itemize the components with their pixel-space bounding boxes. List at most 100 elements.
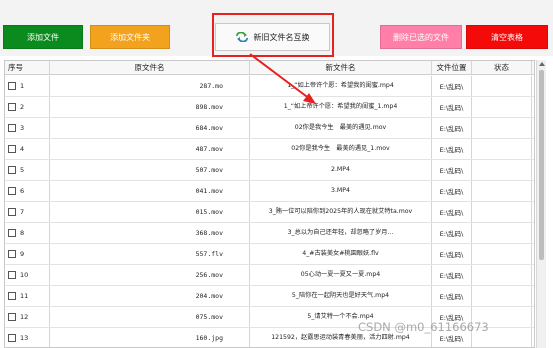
row-checkbox[interactable] [8, 145, 16, 153]
row-checkbox[interactable] [8, 271, 16, 279]
table-row[interactable]: 7 015.mov 3_贿一位可以陪你到2025年的人现在就艾特ta.mov E… [5, 202, 534, 223]
add-folder-label: 添加文件夹 [110, 32, 150, 42]
row-index: 9 [20, 250, 25, 258]
table-row[interactable]: 5 507.mov 2.MP4 E:\乱码\ [5, 160, 534, 181]
row-index: 10 [20, 271, 29, 279]
row-checkbox[interactable] [8, 292, 16, 300]
row-index: 8 [20, 229, 25, 237]
original-name: 041.mov [50, 181, 250, 201]
row-checkbox[interactable] [8, 103, 16, 111]
file-location: E:\乱码\ [432, 118, 472, 138]
status-cell [472, 223, 532, 243]
original-name: 160.jpg [50, 328, 250, 347]
header-location[interactable]: 文件位置 [432, 61, 472, 74]
clear-table-button[interactable]: 清空表格 [466, 25, 548, 49]
file-location: E:\乱码\ [432, 244, 472, 264]
table-row[interactable]: 9 557.flv 4_#古装美女#桃園眼妖.flv E:\乱码\ [5, 244, 534, 265]
highlight-box [212, 13, 334, 57]
table-header: 序号 原文件名 新文件名 文件位置 状态 [5, 61, 534, 75]
row-checkbox[interactable] [8, 334, 16, 342]
file-location: E:\乱码\ [432, 139, 472, 159]
table-body: 1 287.mo 1_“如上帝许个愿：希望我的闺蜜.mp4 E:\乱码\ 2 8… [5, 76, 534, 347]
clear-table-label: 清空表格 [491, 32, 523, 42]
row-checkbox[interactable] [8, 250, 16, 258]
file-location: E:\乱码\ [432, 286, 472, 306]
add-file-label: 添加文件 [27, 32, 59, 42]
file-location: E:\乱码\ [432, 202, 472, 222]
table-row[interactable]: 1 287.mo 1_“如上帝许个愿：希望我的闺蜜.mp4 E:\乱码\ [5, 76, 534, 97]
row-checkbox[interactable] [8, 124, 16, 132]
row-checkbox[interactable] [8, 166, 16, 174]
new-name: 1_“如上帝许个愿：希望我的闺蜜.mp4 [250, 76, 432, 96]
add-file-button[interactable]: 添加文件 [3, 25, 83, 49]
original-name: 684.mov [50, 118, 250, 138]
file-location: E:\乱码\ [432, 181, 472, 201]
original-name: 015.mov [50, 202, 250, 222]
table-row[interactable]: 3 684.mov 02你是我今生 最美的遇见.mov E:\乱码\ [5, 118, 534, 139]
header-status[interactable]: 状态 [472, 61, 532, 74]
original-name: 075.mov [50, 307, 250, 327]
new-name: 5_陪你在一起阴天也是好天气.mp4 [250, 286, 432, 306]
new-name: 1_“如上帝许个愿：希望我的闺蜜_1.mp4 [250, 97, 432, 117]
status-cell [472, 181, 532, 201]
status-cell [472, 118, 532, 138]
vertical-scrollbar[interactable] [536, 60, 546, 348]
new-name: 4_#古装美女#桃園眼妖.flv [250, 244, 432, 264]
new-name: 3.MP4 [250, 181, 432, 201]
row-checkbox[interactable] [8, 208, 16, 216]
row-index: 6 [20, 187, 25, 195]
row-index: 3 [20, 124, 25, 132]
row-checkbox[interactable] [8, 82, 16, 90]
status-cell [472, 286, 532, 306]
file-location: E:\乱码\ [432, 76, 472, 96]
new-name: 05心动一夏一夏又一夏.mp4 [250, 265, 432, 285]
row-index: 4 [20, 145, 25, 153]
row-index: 1 [20, 82, 25, 90]
row-index: 11 [20, 292, 29, 300]
header-index[interactable]: 序号 [5, 61, 50, 74]
row-index: 2 [20, 103, 25, 111]
header-new-name[interactable]: 新文件名 [250, 61, 432, 74]
status-cell [472, 244, 532, 264]
file-location: E:\乱码\ [432, 265, 472, 285]
original-name: 256.mov [50, 265, 250, 285]
status-cell [472, 76, 532, 96]
row-checkbox[interactable] [8, 187, 16, 195]
status-cell [472, 160, 532, 180]
status-cell [472, 265, 532, 285]
row-index: 12 [20, 313, 29, 321]
delete-selected-label: 删除已选的文件 [393, 32, 449, 42]
watermark: CSDN @m0_61166673 [358, 320, 489, 334]
new-name: 02你是我今生 最美的遇见.mov [250, 118, 432, 138]
status-cell [472, 202, 532, 222]
new-name: 2.MP4 [250, 160, 432, 180]
add-folder-button[interactable]: 添加文件夹 [90, 25, 170, 49]
delete-selected-button[interactable]: 删除已选的文件 [380, 25, 462, 49]
original-name: 287.mo [50, 76, 250, 96]
table-row[interactable]: 4 487.mov 02你是我今生 最美的遇见_1.mov E:\乱码\ [5, 139, 534, 160]
row-checkbox[interactable] [8, 229, 16, 237]
original-name: 487.mov [50, 139, 250, 159]
row-index: 7 [20, 208, 25, 216]
status-cell [472, 97, 532, 117]
table-row[interactable]: 10 256.mov 05心动一夏一夏又一夏.mp4 E:\乱码\ [5, 265, 534, 286]
table-row[interactable]: 11 204.mov 5_陪你在一起阴天也是好天气.mp4 E:\乱码\ [5, 286, 534, 307]
scroll-thumb[interactable] [539, 70, 544, 260]
table-row[interactable]: 8 368.mov 3_总以为自己还年轻，却忽略了岁月... E:\乱码\ [5, 223, 534, 244]
table-row[interactable]: 6 041.mov 3.MP4 E:\乱码\ [5, 181, 534, 202]
row-index: 13 [20, 334, 29, 342]
file-location: E:\乱码\ [432, 223, 472, 243]
new-name: 3_总以为自己还年轻，却忽略了岁月... [250, 223, 432, 243]
scroll-up-arrow-icon[interactable] [539, 62, 545, 66]
header-original-name[interactable]: 原文件名 [50, 61, 250, 74]
new-name: 3_贿一位可以陪你到2025年的人现在就艾特ta.mov [250, 202, 432, 222]
row-checkbox[interactable] [8, 313, 16, 321]
table-row[interactable]: 2 898.mov 1_“如上帝许个愿：希望我的闺蜜_1.mp4 E:\乱码\ [5, 97, 534, 118]
file-location: E:\乱码\ [432, 160, 472, 180]
file-location: E:\乱码\ [432, 97, 472, 117]
new-name: 02你是我今生 最美的遇见_1.mov [250, 139, 432, 159]
original-name: 898.mov [50, 97, 250, 117]
original-name: 557.flv [50, 244, 250, 264]
row-index: 5 [20, 166, 25, 174]
original-name: 507.mov [50, 160, 250, 180]
